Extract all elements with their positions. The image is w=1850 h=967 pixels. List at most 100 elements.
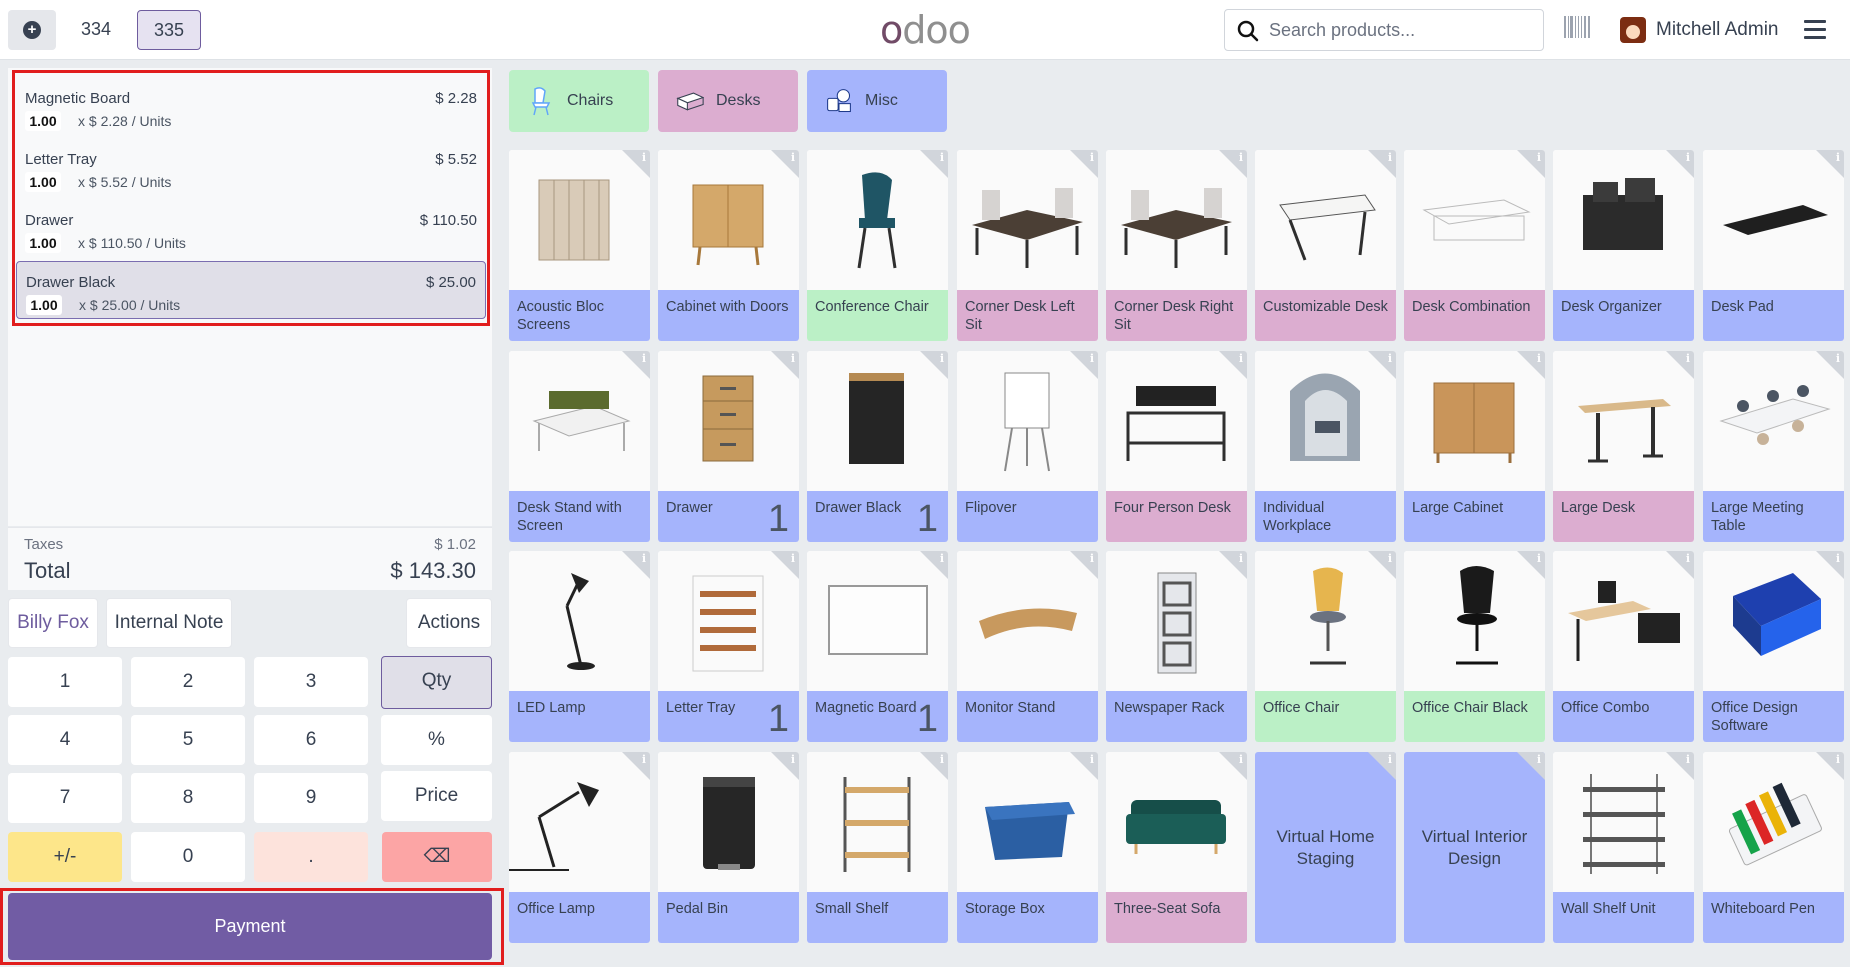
top-bar: + 334 335 odoo Mitchell Admin — [0, 0, 1850, 60]
category-desks[interactable]: Desks — [658, 70, 798, 132]
product-card[interactable]: Office Lamp i — [509, 752, 650, 943]
product-card[interactable]: LED Lamp i — [509, 551, 650, 742]
product-name: Large Desk — [1553, 491, 1694, 542]
line-qty: 1.00 — [25, 111, 61, 131]
product-card[interactable]: Desk Organizer i — [1553, 150, 1694, 341]
numpad-0[interactable]: 0 — [131, 832, 245, 882]
product-qty-badge: 1 — [767, 498, 789, 540]
info-glyph: i — [1835, 151, 1840, 164]
product-card[interactable]: Corner Desk Right Sit i — [1106, 150, 1247, 341]
product-card[interactable]: Conference Chair i — [807, 150, 948, 341]
numpad-4[interactable]: 4 — [8, 715, 122, 765]
barcode-icon[interactable] — [1564, 16, 1590, 38]
product-card[interactable]: Three-Seat Sofa i — [1106, 752, 1247, 943]
product-card[interactable]: Acoustic Bloc Screens i — [509, 150, 650, 341]
product-name: Three-Seat Sofa — [1106, 892, 1247, 943]
numpad-qty-mode[interactable]: Qty — [381, 656, 492, 709]
info-glyph: i — [1536, 753, 1541, 766]
numpad-7[interactable]: 7 — [8, 773, 122, 823]
numpad-1[interactable]: 1 — [8, 657, 122, 707]
category-misc[interactable]: Misc — [807, 70, 947, 132]
product-card[interactable]: Desk Pad i — [1703, 150, 1844, 341]
order-line-selected[interactable]: Drawer Black $ 25.00 1.00 x $ 25.00 / Un… — [16, 261, 486, 319]
product-name: Conference Chair — [807, 290, 948, 341]
search-input[interactable] — [1269, 10, 1535, 50]
info-glyph: i — [1089, 151, 1094, 164]
product-card[interactable]: Office Combo i — [1553, 551, 1694, 742]
product-card[interactable]: Wall Shelf Unit i — [1553, 752, 1694, 943]
numpad-3[interactable]: 3 — [254, 657, 368, 707]
product-name: Small Shelf — [807, 892, 948, 943]
total-value: $ 143.30 — [390, 558, 476, 583]
info-glyph: i — [1835, 753, 1840, 766]
product-card[interactable]: Flipover i — [957, 351, 1098, 542]
product-card[interactable]: Corner Desk Left Sit i — [957, 150, 1098, 341]
total-label: Total — [24, 558, 71, 583]
line-unit-price: x $ 5.52 / Units — [78, 174, 172, 190]
product-card[interactable]: Office Design Software i — [1703, 551, 1844, 742]
product-qty-badge: 1 — [916, 698, 938, 740]
product-card[interactable]: Office Chair i — [1255, 551, 1396, 742]
new-order-button[interactable]: + — [8, 10, 56, 50]
product-card[interactable]: Magnetic Board 1 i — [807, 551, 948, 742]
product-name: Storage Box — [957, 892, 1098, 943]
product-card[interactable]: Desk Stand with Screen i — [509, 351, 650, 542]
category-chairs[interactable]: Chairs — [509, 70, 649, 132]
product-card[interactable]: Drawer Black 1 i — [807, 351, 948, 542]
product-card[interactable]: Four Person Desk i — [1106, 351, 1247, 542]
product-card[interactable]: Large Cabinet i — [1404, 351, 1545, 542]
numpad-9[interactable]: 9 — [254, 773, 368, 823]
product-card[interactable]: Customizable Desk i — [1255, 150, 1396, 341]
numpad-decimal[interactable]: . — [254, 832, 368, 882]
product-card[interactable]: Drawer 1 i — [658, 351, 799, 542]
product-card[interactable]: Whiteboard Pen i — [1703, 752, 1844, 943]
internal-note-button[interactable]: Internal Note — [106, 598, 232, 648]
numpad-8[interactable]: 8 — [131, 773, 245, 823]
numpad-discount-mode[interactable]: % — [381, 715, 492, 765]
order-line[interactable]: Magnetic Board $ 2.28 1.00 x $ 2.28 / Un… — [16, 78, 486, 136]
product-card[interactable]: Virtual Interior Design i — [1404, 752, 1545, 943]
product-name: Pedal Bin — [658, 892, 799, 943]
order-tab-334[interactable]: 334 — [70, 10, 122, 50]
customer-button[interactable]: Billy Fox — [8, 598, 98, 648]
product-search[interactable] — [1224, 9, 1544, 51]
product-card[interactable]: Letter Tray 1 i — [658, 551, 799, 742]
product-qty-badge: 1 — [767, 698, 789, 740]
info-glyph: i — [790, 753, 795, 766]
product-card[interactable]: Large Meeting Table i — [1703, 351, 1844, 542]
info-glyph: i — [1685, 753, 1690, 766]
product-card[interactable]: Newspaper Rack i — [1106, 551, 1247, 742]
order-tab-335[interactable]: 335 — [137, 10, 201, 50]
backspace-icon[interactable]: ⌫ — [382, 832, 492, 882]
numpad-2[interactable]: 2 — [131, 657, 245, 707]
numpad-5[interactable]: 5 — [131, 715, 245, 765]
order-line[interactable]: Letter Tray $ 5.52 1.00 x $ 5.52 / Units — [16, 139, 486, 197]
product-card[interactable]: Virtual Home Staging i — [1255, 752, 1396, 943]
line-product-name: Magnetic Board — [25, 90, 131, 107]
info-glyph: i — [1238, 352, 1243, 365]
order-line[interactable]: Drawer $ 110.50 1.00 x $ 110.50 / Units — [16, 200, 486, 258]
hamburger-menu-icon[interactable] — [1804, 20, 1826, 44]
product-card[interactable]: Desk Combination i — [1404, 150, 1545, 341]
numpad-price-mode[interactable]: Price — [381, 771, 492, 821]
numpad-6[interactable]: 6 — [254, 715, 368, 765]
info-glyph: i — [790, 352, 795, 365]
info-glyph: i — [641, 753, 646, 766]
product-card[interactable]: Pedal Bin i — [658, 752, 799, 943]
payment-button[interactable]: Payment — [8, 893, 492, 960]
product-card[interactable]: Small Shelf i — [807, 752, 948, 943]
info-glyph: i — [1685, 552, 1690, 565]
line-price: $ 5.52 — [435, 151, 477, 168]
category-label: Misc — [865, 92, 898, 109]
actions-button[interactable]: Actions — [406, 598, 492, 648]
product-card[interactable]: Monitor Stand i — [957, 551, 1098, 742]
product-card[interactable]: Large Desk i — [1553, 351, 1694, 542]
user-menu[interactable]: Mitchell Admin — [1620, 16, 1779, 44]
product-name: Large Cabinet — [1404, 491, 1545, 542]
numpad-plus-minus[interactable]: +/- — [8, 832, 122, 882]
product-card[interactable]: Cabinet with Doors i — [658, 150, 799, 341]
product-card[interactable]: Individual Workplace i — [1255, 351, 1396, 542]
product-card[interactable]: Storage Box i — [957, 752, 1098, 943]
product-card[interactable]: Office Chair Black i — [1404, 551, 1545, 742]
product-name: Desk Pad — [1703, 290, 1844, 341]
